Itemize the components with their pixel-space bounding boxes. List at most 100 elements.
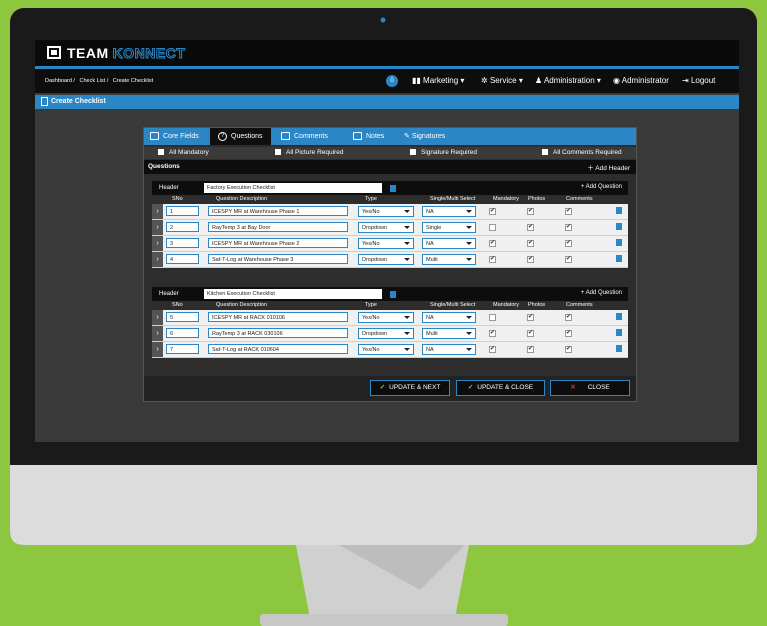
photos-checkbox[interactable]: ✔ — [527, 314, 534, 321]
tab-signatures[interactable]: ✎ Signatures — [404, 128, 445, 145]
comments-checkbox[interactable]: ✔ — [565, 330, 572, 337]
mandatory-checkbox[interactable]: ✔ — [489, 256, 496, 263]
nav-marketing[interactable]: ▮▮ Marketing ▾ — [412, 76, 464, 85]
column-header: Comments — [566, 196, 593, 202]
option-all-mandatory[interactable]: All Mandatory — [158, 149, 209, 156]
question-description-input[interactable]: RayTemp 3 at Bay Door — [208, 222, 348, 232]
trash-icon[interactable] — [616, 255, 622, 262]
type-select[interactable]: Yes/No — [358, 312, 414, 323]
action-bar: ✓ UPDATE & NEXT ✓ UPDATE & CLOSE ✕ CLOSE — [144, 376, 636, 401]
sno-input[interactable]: 6 — [166, 328, 199, 338]
question-description-input[interactable]: Saf-T-Log at RACK 010604 — [208, 344, 348, 354]
expand-chevron-icon[interactable]: › — [152, 326, 163, 341]
sno-input[interactable]: 1 — [166, 206, 199, 216]
question-description-input[interactable]: ICESPY MR at Warehouse Phase 2 — [208, 238, 348, 248]
expand-chevron-icon[interactable]: › — [152, 310, 163, 325]
mandatory-checkbox[interactable]: ✔ — [489, 330, 496, 337]
mandatory-checkbox[interactable] — [489, 314, 496, 321]
expand-chevron-icon[interactable]: › — [152, 342, 163, 357]
photos-checkbox[interactable]: ✔ — [527, 224, 534, 231]
add-question-button[interactable]: + Add Question — [581, 184, 622, 190]
comments-checkbox[interactable]: ✔ — [565, 240, 572, 247]
photos-checkbox[interactable]: ✔ — [527, 346, 534, 353]
update-next-button[interactable]: ✓ UPDATE & NEXT — [370, 380, 450, 396]
mandatory-checkbox[interactable] — [489, 224, 496, 231]
single-multi-select[interactable]: Multi — [422, 328, 476, 339]
trash-icon[interactable] — [390, 185, 396, 192]
trash-icon[interactable] — [616, 329, 622, 336]
type-select[interactable]: Dropdown — [358, 254, 414, 265]
question-description-input[interactable]: ICESPY MR at RACK 010106 — [208, 312, 348, 322]
breadcrumb-dashboard[interactable]: Dashboard / — [45, 78, 75, 84]
sno-input[interactable]: 3 — [166, 238, 199, 248]
chevron-down-icon — [404, 210, 410, 213]
type-select[interactable]: Dropdown — [358, 222, 414, 233]
trash-icon[interactable] — [616, 207, 622, 214]
trash-icon[interactable] — [616, 223, 622, 230]
header-input[interactable]: Kitchen Execution Checklist — [204, 289, 382, 299]
trash-icon[interactable] — [616, 313, 622, 320]
option-signature-required[interactable]: Signature Required — [410, 149, 477, 156]
expand-chevron-icon[interactable]: › — [152, 220, 163, 235]
comments-checkbox[interactable]: ✔ — [565, 314, 572, 321]
breadcrumb-checklist[interactable]: Check List / — [80, 78, 109, 84]
app-screen: TEAM KONNECT Dashboard / Check List / Cre… — [35, 40, 739, 442]
nav-administration-label: Administration — [543, 76, 595, 85]
question-description-input[interactable]: RayTemp 3 at RACK 030106 — [208, 328, 348, 338]
photos-checkbox[interactable]: ✔ — [527, 208, 534, 215]
expand-chevron-icon[interactable]: › — [152, 236, 163, 251]
chevron-down-icon — [466, 332, 472, 335]
update-close-label: UPDATE & CLOSE — [477, 384, 534, 391]
comments-checkbox[interactable]: ✔ — [565, 224, 572, 231]
expand-chevron-icon[interactable]: › — [152, 252, 163, 267]
type-select[interactable]: Yes/No — [358, 238, 414, 249]
single-multi-select[interactable]: NA — [422, 238, 476, 249]
single-multi-select[interactable]: NA — [422, 312, 476, 323]
nav-administration[interactable]: ♟ Administration ▾ — [535, 76, 601, 85]
sno-input[interactable]: 2 — [166, 222, 199, 232]
chevron-down-icon — [466, 226, 472, 229]
header-input[interactable]: Factory Execution Checklist — [204, 183, 382, 193]
option-all-comments-required[interactable]: All Comments Required — [542, 149, 622, 156]
question-description-input[interactable]: ICESPY MR at Warehouse Phase 1 — [208, 206, 348, 216]
type-select[interactable]: Dropdown — [358, 328, 414, 339]
sno-input[interactable]: 7 — [166, 344, 199, 354]
comments-checkbox[interactable]: ✔ — [565, 208, 572, 215]
single-multi-select[interactable]: Single — [422, 222, 476, 233]
photos-checkbox[interactable]: ✔ — [527, 330, 534, 337]
tab-core-fields[interactable]: Core Fields — [150, 128, 199, 145]
expand-chevron-icon[interactable]: › — [152, 204, 163, 219]
add-header-button[interactable]: ＋ Add Header — [587, 162, 630, 172]
photos-checkbox[interactable]: ✔ — [527, 256, 534, 263]
notification-badge[interactable]: 0 — [386, 75, 398, 87]
sno-input[interactable]: 5 — [166, 312, 199, 322]
type-select[interactable]: Yes/No — [358, 206, 414, 217]
question-description-input[interactable]: Saf-T-Log at Warehouse Phase 3 — [208, 254, 348, 264]
nav-logout[interactable]: ⇥ Logout — [682, 76, 715, 85]
comments-checkbox[interactable]: ✔ — [565, 256, 572, 263]
mandatory-checkbox[interactable]: ✔ — [489, 346, 496, 353]
close-button[interactable]: ✕ CLOSE — [550, 380, 630, 396]
update-close-button[interactable]: ✓ UPDATE & CLOSE — [456, 380, 545, 396]
single-multi-select[interactable]: Multi — [422, 254, 476, 265]
comments-checkbox[interactable]: ✔ — [565, 346, 572, 353]
tab-comments[interactable]: Comments — [281, 128, 328, 145]
mandatory-checkbox[interactable]: ✔ — [489, 208, 496, 215]
trash-icon[interactable] — [390, 291, 396, 298]
photos-checkbox[interactable]: ✔ — [527, 240, 534, 247]
option-all-picture-required[interactable]: All Picture Required — [275, 149, 343, 156]
add-question-button[interactable]: + Add Question — [581, 290, 622, 296]
type-select[interactable]: Yes/No — [358, 344, 414, 355]
nav-user[interactable]: ◉ Administrator — [613, 76, 669, 85]
tab-questions[interactable]: ? Questions — [210, 128, 271, 145]
table-row: › 1 ICESPY MR at Warehouse Phase 1 Yes/No NA… — [152, 204, 628, 220]
nav-service[interactable]: ✲ Service ▾ — [481, 76, 523, 85]
trash-icon[interactable] — [616, 345, 622, 352]
mandatory-checkbox[interactable]: ✔ — [489, 240, 496, 247]
table-row: › 7 Saf-T-Log at RACK 010604 Yes/No NA ✔ ✔ ✔ — [152, 342, 628, 358]
sno-input[interactable]: 4 — [166, 254, 199, 264]
tab-notes[interactable]: Notes — [353, 128, 384, 145]
single-multi-select[interactable]: NA — [422, 344, 476, 355]
trash-icon[interactable] — [616, 239, 622, 246]
single-multi-select[interactable]: NA — [422, 206, 476, 217]
